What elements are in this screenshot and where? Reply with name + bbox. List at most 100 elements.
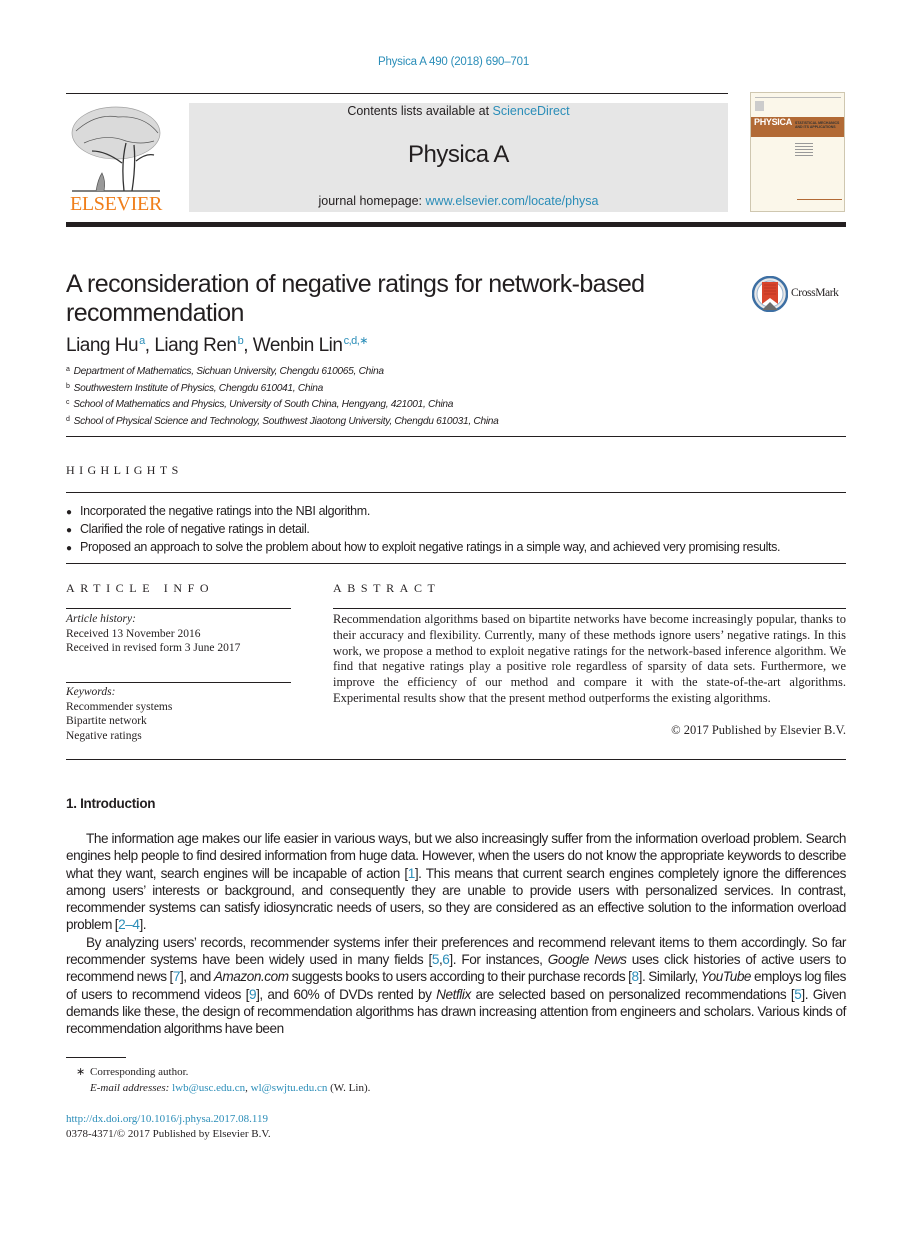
affiliation-key: c <box>66 399 70 406</box>
crossmark-badge[interactable]: CrossMark <box>752 276 848 314</box>
email-link[interactable]: lwb@usc.edu.cn <box>172 1082 245 1094</box>
article-history-label: Article history: <box>66 613 136 625</box>
paragraph: By analyzing users’ records, recommender… <box>66 934 846 1038</box>
bullet-icon: ● <box>66 525 72 536</box>
affiliation-item: b Southwestern Institute of Physics, Chen… <box>66 380 499 397</box>
crossmark-label: CrossMark <box>791 287 839 299</box>
highlight-item: ● Incorporated the negative ratings into … <box>66 503 856 521</box>
body-text: ]. For instances, <box>449 952 548 968</box>
affiliation-list: a Department of Mathematics, Sichuan Univ… <box>66 363 499 429</box>
affiliation-text: School of Mathematics and Physics, Unive… <box>73 399 454 410</box>
highlight-item: ● Clarified the role of negative ratings … <box>66 521 856 539</box>
author-affiliation-marker[interactable]: c,d,∗ <box>344 335 369 347</box>
body-text: ], and <box>179 969 214 985</box>
affiliation-item: a Department of Mathematics, Sichuan Univ… <box>66 363 499 380</box>
abstract-text: Recommendation algorithms based on bipar… <box>333 612 846 705</box>
journal-homepage-link[interactable]: www.elsevier.com/locate/physa <box>426 194 599 208</box>
body-text: ]. Similarly, <box>638 969 701 985</box>
author-separator: , <box>144 335 155 356</box>
history-entry: Received in revised form 3 June 2017 <box>66 642 241 654</box>
body-text: are selected based on personalized recom… <box>470 986 795 1002</box>
article-history: Article history: Received 13 November 20… <box>66 612 240 656</box>
doi-block: http://dx.doi.org/10.1016/j.physa.2017.0… <box>66 1112 271 1141</box>
body-text: ]. <box>139 917 147 933</box>
highlight-text: Incorporated the negative ratings into t… <box>80 504 370 518</box>
paragraph: The information age makes our life easie… <box>66 830 846 934</box>
cover-top-line <box>755 97 841 98</box>
affiliation-text: Department of Mathematics, Sichuan Unive… <box>73 366 384 377</box>
keyword: Bipartite network <box>66 715 147 728</box>
sciencedirect-link[interactable]: ScienceDirect <box>493 104 570 118</box>
keyword: Negative ratings <box>66 730 142 743</box>
homepage-line: journal homepage: www.elsevier.com/locat… <box>189 194 728 208</box>
journal-cover-thumbnail[interactable]: PHYSICA STATISTICAL MECHANICS AND ITS AP… <box>750 92 845 212</box>
citation-link[interactable]: 1 <box>408 866 416 881</box>
history-entry: Received 13 November 2016 <box>66 627 201 640</box>
citation-link[interactable]: 5 <box>432 952 440 967</box>
issn-line: 0378-4371/© 2017 Published by Elsevier B… <box>66 1127 271 1140</box>
email-suffix: (W. Lin). <box>327 1082 371 1094</box>
email-link[interactable]: wl@swjtu.edu.cn <box>251 1082 328 1094</box>
highlight-text: Proposed an approach to solve the proble… <box>80 540 781 554</box>
contents-line: Contents lists available at ScienceDirec… <box>189 103 728 119</box>
email-note: E-mail addresses: lwb@usc.edu.cn, wl@swj… <box>76 1080 370 1096</box>
journal-citation[interactable]: Physica A 490 (2018) 690–701 <box>0 56 907 68</box>
bullet-icon: ● <box>66 543 72 554</box>
body-text: suggests books to users according to the… <box>288 969 632 985</box>
article-info-heading: ARTICLE INFO <box>66 581 215 595</box>
divider <box>66 563 846 564</box>
keywords: Keywords: Recommender systems Bipartite … <box>66 685 172 744</box>
contents-prefix: Contents lists available at <box>347 104 493 118</box>
author-list: Liang Hu a, Liang Ren b, Wenbin Lin c,d,… <box>66 334 369 357</box>
header-thick-divider <box>66 222 846 227</box>
cover-subtitle: STATISTICAL MECHANICS AND ITS APPLICATIO… <box>795 121 840 129</box>
header-divider <box>66 93 728 94</box>
cover-title: PHYSICA <box>754 117 792 127</box>
affiliation-item: c School of Mathematics and Physics, Univ… <box>66 396 499 413</box>
divider <box>66 436 846 437</box>
keyword: Recommender systems <box>66 700 173 713</box>
abstract-copyright: © 2017 Published by Elsevier B.V. <box>671 723 846 737</box>
homepage-prefix: journal homepage: <box>318 194 426 208</box>
divider <box>66 608 291 609</box>
footnote-divider <box>66 1057 126 1058</box>
emphasis-text: Google News <box>547 952 627 968</box>
body-text: ], and 60% of DVDs rented by <box>256 986 437 1002</box>
journal-name: Physica A <box>408 141 509 168</box>
publisher-logo-text: ELSEVIER <box>69 193 163 215</box>
email-label: E-mail addresses: <box>90 1082 173 1094</box>
citation-link[interactable]: 9 <box>249 987 257 1002</box>
introduction-body: The information age makes our life easie… <box>66 830 846 1038</box>
asterisk-icon: ∗ <box>76 1066 86 1078</box>
affiliation-text: School of Physical Science and Technolog… <box>73 415 499 427</box>
author-separator: , <box>243 335 253 356</box>
emphasis-text: Netflix <box>436 986 471 1002</box>
cover-contents <box>795 143 813 157</box>
highlights-heading: HIGHLIGHTS <box>66 463 183 477</box>
divider <box>66 759 846 760</box>
affiliation-key: d <box>66 415 70 423</box>
highlight-item: ● Proposed an approach to solve the probl… <box>66 539 856 557</box>
citation-link[interactable]: 8 <box>632 969 640 984</box>
highlight-text: Clarified the role of negative ratings i… <box>80 522 310 536</box>
citation-link[interactable]: 7 <box>173 969 181 984</box>
affiliation-text: Southwestern Institute of Physics, Cheng… <box>73 382 324 394</box>
citation-link[interactable]: 2–4 <box>118 917 140 932</box>
divider <box>66 682 291 683</box>
author-name[interactable]: Liang Hu <box>66 335 139 356</box>
doi-link[interactable]: http://dx.doi.org/10.1016/j.physa.2017.0… <box>66 1113 268 1125</box>
highlights-list: ● Incorporated the negative ratings into … <box>66 503 856 557</box>
author-name[interactable]: Liang Ren <box>154 335 237 356</box>
emphasis-text: Amazon.com <box>213 969 289 985</box>
author-name[interactable]: Wenbin Lin <box>253 335 343 356</box>
keywords-label: Keywords: <box>66 686 116 698</box>
affiliation-key: b <box>66 382 70 390</box>
cover-logo <box>755 101 764 111</box>
journal-masthead: Contents lists available at ScienceDirec… <box>189 103 728 212</box>
corresponding-author-note: ∗ Corresponding author. <box>76 1064 370 1080</box>
abstract-heading: ABSTRACT <box>333 581 441 595</box>
affiliation-item: d School of Physical Science and Technolo… <box>66 413 499 430</box>
corresponding-text: Corresponding author. <box>90 1066 189 1078</box>
article-title: A reconsideration of negative ratings fo… <box>66 270 645 327</box>
cover-bottom-rule <box>797 199 842 200</box>
